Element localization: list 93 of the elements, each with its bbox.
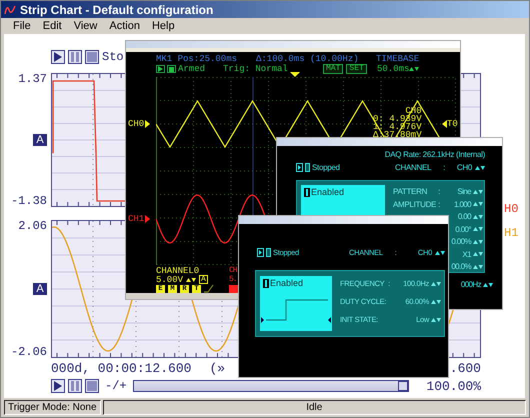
stop-icon [169,66,174,72]
menu-item[interactable]: Edit [36,20,68,32]
channel-marker-icon[interactable] [145,215,150,224]
menu-item[interactable]: Action [103,20,146,32]
parameter-value: 00.0% [450,262,471,271]
play-icon [53,381,63,391]
run-state: Stopped [312,163,340,172]
parameter-label: PATTERN [393,187,428,196]
parameter-separator: : [438,200,440,208]
scrollbar[interactable] [132,380,410,392]
play-icon [158,66,163,72]
marker-readout: MK1 Pos:25.00ms [156,54,238,64]
pause-button[interactable] [68,379,82,393]
enabled-label: Enabled [270,278,304,288]
trigger-source-label: T0 [447,119,458,130]
parameter-label: AMPLITUDE [393,200,436,208]
timestamp: 000d, 00:00:12.600 [51,361,192,376]
scrollbar-thumb[interactable] [398,381,408,391]
channel-label: CH0 [128,119,144,130]
channel-label: CHANNEL [395,163,432,172]
run-state: Armed [178,64,206,74]
channel-marker-icon[interactable] [145,120,150,128]
scope-button[interactable]: SET [346,64,367,74]
trigger-level-icon[interactable] [442,120,447,128]
pause-button[interactable] [68,50,82,64]
spin-arrows-icon[interactable] [435,250,445,254]
channel-label: CH1 [128,214,144,224]
parameter-value: 1.000 [452,200,471,208]
stop-icon [266,248,271,257]
timestamp: .600 [450,361,481,376]
zoom-label: -/+ [105,379,127,393]
play-button[interactable] [156,65,165,74]
scope-button[interactable]: MAT [323,64,344,74]
parameter-value: 0.00° [454,224,471,234]
trigger-slope-icon[interactable] [204,284,214,294]
pause-icon [70,52,80,62]
stop-button[interactable] [167,65,176,74]
spin-arrows-icon[interactable] [186,278,196,282]
zoom-reading: 100.00% [426,378,481,394]
scale-button[interactable]: A [33,134,47,146]
spin-arrows-icon[interactable] [475,166,485,170]
channel-value: CH0 [456,163,472,172]
parameter-separator: : [438,187,440,196]
axis-max-label: 1.37 [18,73,47,85]
legend-label: H1 [504,226,520,240]
parameter-value: Sine [456,187,471,196]
stop-button[interactable] [85,50,99,64]
sample-rate-readout: DAQ Rate: 262.1kHz (Internal) [384,150,485,159]
window-title: Strip Chart - Default configuration [20,2,214,16]
stop-icon [87,52,97,62]
trigger-mode: Trig: Normal [223,64,289,74]
delta-readout: Δ:100.0ms (10.00Hz) [256,54,360,64]
play-icon [296,163,303,172]
channel-scale: 5. [229,276,237,284]
scale-button[interactable]: A [33,283,47,295]
timestamp: (» [209,361,226,376]
parameter-value: X1 [461,250,471,258]
stop-icon [87,381,97,391]
channel-scale: 5.00V [156,276,184,284]
status-bar-field: Idle [102,400,526,415]
menu-item[interactable]: Help [146,20,181,32]
menu-item[interactable]: File [7,20,37,32]
parameter-value: 000Hz [460,280,481,289]
channel-name: CHANNEL0 [156,267,200,276]
timebase-label: TIMEBASE [376,54,420,64]
play-button[interactable] [51,50,65,64]
axis-min-label: -2.06 [10,346,47,358]
timebase-value: 50.0ms [377,64,410,74]
status-text: Sto [102,50,124,64]
play-button[interactable] [51,379,65,393]
toggle-icon[interactable] [263,278,269,288]
menu-item[interactable]: View [68,20,104,32]
toggle-icon[interactable] [304,188,310,196]
stop-button[interactable] [85,379,99,393]
channel-option-icon[interactable] [229,284,238,293]
sine-wave-icon [4,4,16,16]
pause-icon [70,381,80,391]
play-icon [257,248,264,257]
axis-max-label: 2.06 [18,220,47,232]
stop-icon [305,163,310,172]
auto-button[interactable]: A [199,275,208,284]
axis-min-label: -1.38 [10,195,47,207]
status-bar-field: Trigger Mode: None [4,400,101,415]
trigger-position-icon[interactable] [290,72,300,78]
channel-separator: : [443,163,446,172]
parameter-value: 0.00% [450,237,471,246]
spin-arrows-icon[interactable] [409,67,420,72]
channel-name: CH [229,267,238,276]
spin-arrows-icon[interactable] [483,282,493,286]
parameter-value: 0.00 [456,212,471,221]
enabled-label: Enabled [311,187,344,197]
play-icon [53,52,63,62]
legend-label: H0 [504,202,520,216]
